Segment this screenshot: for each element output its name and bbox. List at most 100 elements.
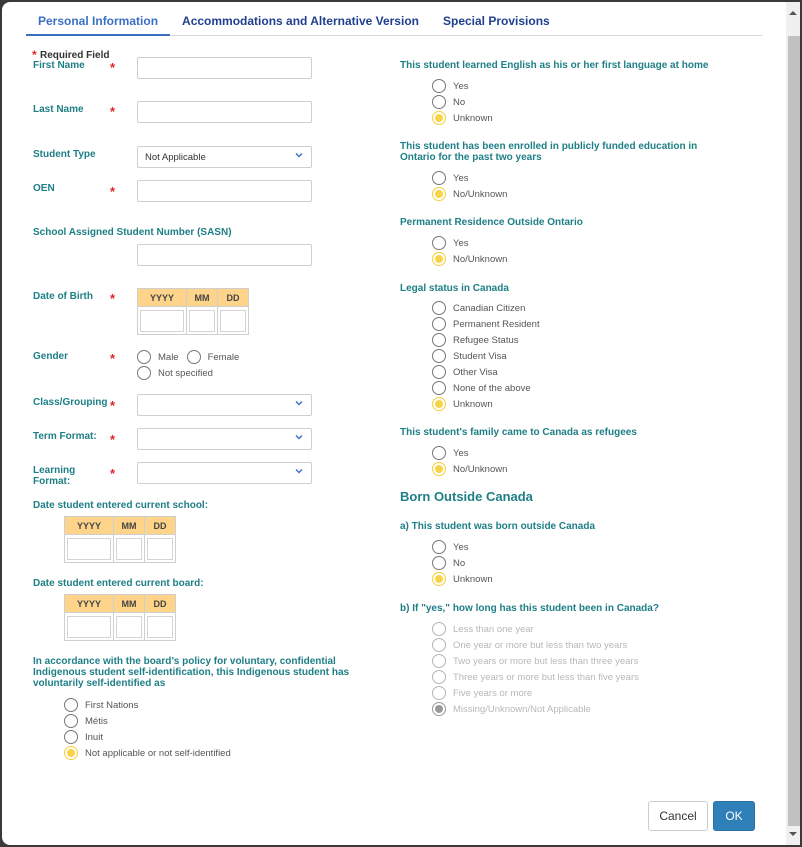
year-header: YYYY	[137, 288, 187, 307]
legal-status-option-student-visa[interactable]: Student Visa	[432, 348, 540, 364]
tab-bar: Personal Information Accommodations and …	[26, 8, 762, 36]
born-outside-option-no[interactable]: No	[432, 555, 493, 571]
school-year-input[interactable]	[67, 537, 111, 560]
required-star-icon: *	[110, 291, 116, 306]
family-refugees-option-yes[interactable]: Yes	[432, 445, 507, 461]
born-outside-option-unknown[interactable]: Unknown	[432, 571, 493, 587]
enrolled-ontario-option-no-unknown[interactable]: No/Unknown	[432, 186, 507, 202]
class-grouping-label: Class/Grouping	[33, 397, 108, 408]
born-outside-option-yes[interactable]: Yes	[432, 539, 493, 555]
gender-radio-group: Male Female Not specified	[137, 349, 257, 381]
years-option-less-than-one[interactable]: Less than one year	[432, 621, 639, 637]
years-option-five-plus[interactable]: Five years or more	[432, 685, 639, 701]
radio-disabled-icon	[432, 670, 446, 684]
gender-option-not-specified[interactable]: Not specified	[137, 365, 257, 381]
english-first-option-no[interactable]: No	[432, 94, 493, 110]
tab-personal-information[interactable]: Personal Information	[26, 8, 171, 36]
date-board-label: Date student entered current board:	[33, 578, 204, 589]
indigenous-label-line1: In accordance with the board’s policy fo…	[33, 656, 336, 667]
legal-status-option-refugee-status[interactable]: Refugee Status	[432, 332, 540, 348]
english-first-option-unknown[interactable]: Unknown	[432, 110, 493, 126]
indigenous-option-metis[interactable]: Métis	[64, 713, 231, 729]
radio-disabled-icon	[432, 638, 446, 652]
student-dialog: Personal Information Accommodations and …	[2, 2, 800, 845]
permanent-residence-option-no-unknown[interactable]: No/Unknown	[432, 251, 507, 267]
legal-status-option-canadian-citizen[interactable]: Canadian Citizen	[432, 300, 540, 316]
chevron-down-icon	[295, 469, 303, 474]
board-year-input[interactable]	[67, 615, 111, 638]
family-refugees-option-no-unknown[interactable]: No/Unknown	[432, 461, 507, 477]
years-option-two-to-three[interactable]: Two years or more but less than three ye…	[432, 653, 639, 669]
ok-button[interactable]: OK	[713, 801, 755, 831]
gender-option-male[interactable]: Male	[137, 349, 179, 365]
last-name-input[interactable]	[137, 101, 312, 123]
english-first-label: This student learned English as his or h…	[400, 60, 709, 71]
scroll-down-arrow-icon[interactable]	[786, 827, 800, 841]
radio-icon	[432, 236, 446, 250]
board-month-input[interactable]	[116, 615, 142, 638]
cancel-button[interactable]: Cancel	[648, 801, 708, 831]
vertical-scrollbar[interactable]	[786, 2, 800, 845]
legal-status-option-other-visa[interactable]: Other Visa	[432, 364, 540, 380]
permanent-residence-option-yes[interactable]: Yes	[432, 235, 507, 251]
required-star-icon: *	[110, 184, 116, 199]
years-option-three-to-five[interactable]: Three years or more but less than five y…	[432, 669, 639, 685]
first-name-input[interactable]	[137, 57, 312, 79]
radio-icon	[432, 381, 446, 395]
date-school-label: Date student entered current school:	[33, 500, 209, 511]
indigenous-label: In accordance with the board’s policy fo…	[33, 656, 363, 689]
sasn-label: School Assigned Student Number (SASN)	[33, 227, 232, 238]
day-header: DD	[217, 288, 249, 307]
school-day-input[interactable]	[147, 537, 173, 560]
student-type-select[interactable]: Not Applicable	[137, 146, 312, 168]
student-type-value: Not Applicable	[145, 152, 206, 163]
indigenous-option-first-nations[interactable]: First Nations	[64, 697, 231, 713]
legal-status-option-unknown[interactable]: Unknown	[432, 396, 540, 412]
scrollbar-thumb[interactable]	[788, 36, 800, 826]
sasn-input[interactable]	[137, 244, 312, 266]
years-option-missing[interactable]: Missing/Unknown/Not Applicable	[432, 701, 639, 717]
term-format-select[interactable]	[137, 428, 312, 450]
indigenous-option-inuit[interactable]: Inuit	[64, 729, 231, 745]
indigenous-label-line3: voluntarily self-identified as	[33, 678, 166, 689]
oen-input[interactable]	[137, 180, 312, 202]
learning-format-select[interactable]	[137, 462, 312, 484]
dob-date-table: YYYY MM DD	[137, 288, 249, 335]
gender-option-female[interactable]: Female	[186, 349, 239, 365]
radio-icon	[64, 714, 78, 728]
chevron-down-icon	[295, 153, 303, 158]
tab-special-provisions[interactable]: Special Provisions	[431, 8, 562, 36]
term-format-label: Term Format:	[33, 431, 97, 442]
school-month-input[interactable]	[116, 537, 142, 560]
board-day-input[interactable]	[147, 615, 173, 638]
learning-format-label-line1: Learning	[33, 465, 76, 476]
radio-icon	[137, 366, 151, 380]
permanent-residence-radio-group: Yes No/Unknown	[432, 235, 507, 267]
dob-year-input[interactable]	[140, 309, 184, 332]
learning-format-label: Learning Format:	[33, 465, 75, 487]
radio-disabled-selected-icon	[432, 702, 446, 716]
dob-month-input[interactable]	[189, 309, 215, 332]
years-in-canada-label: b) If "yes," how long has this student b…	[400, 603, 659, 614]
born-outside-radio-group: Yes No Unknown	[432, 539, 493, 587]
legal-status-option-none[interactable]: None of the above	[432, 380, 540, 396]
required-star-icon: *	[110, 432, 116, 447]
enrolled-ontario-option-yes[interactable]: Yes	[432, 170, 507, 186]
year-header: YYYY	[64, 516, 114, 535]
english-first-option-yes[interactable]: Yes	[432, 78, 493, 94]
legal-status-radio-group: Canadian Citizen Permanent Resident Refu…	[432, 300, 540, 412]
radio-icon	[432, 349, 446, 363]
scroll-up-arrow-icon[interactable]	[786, 6, 800, 20]
years-option-one-to-two[interactable]: One year or more but less than two years	[432, 637, 639, 653]
required-star-icon: *	[110, 351, 116, 366]
tab-accommodations[interactable]: Accommodations and Alternative Version	[170, 8, 431, 36]
english-first-radio-group: Yes No Unknown	[432, 78, 493, 126]
indigenous-option-not-applicable[interactable]: Not applicable or not self-identified	[64, 745, 231, 761]
legal-status-option-permanent-resident[interactable]: Permanent Resident	[432, 316, 540, 332]
radio-selected-icon	[432, 187, 446, 201]
dob-day-input[interactable]	[220, 309, 246, 332]
class-grouping-select[interactable]	[137, 394, 312, 416]
chevron-down-icon	[295, 435, 303, 440]
required-star-icon: *	[110, 104, 116, 119]
oen-label: OEN	[33, 183, 55, 194]
